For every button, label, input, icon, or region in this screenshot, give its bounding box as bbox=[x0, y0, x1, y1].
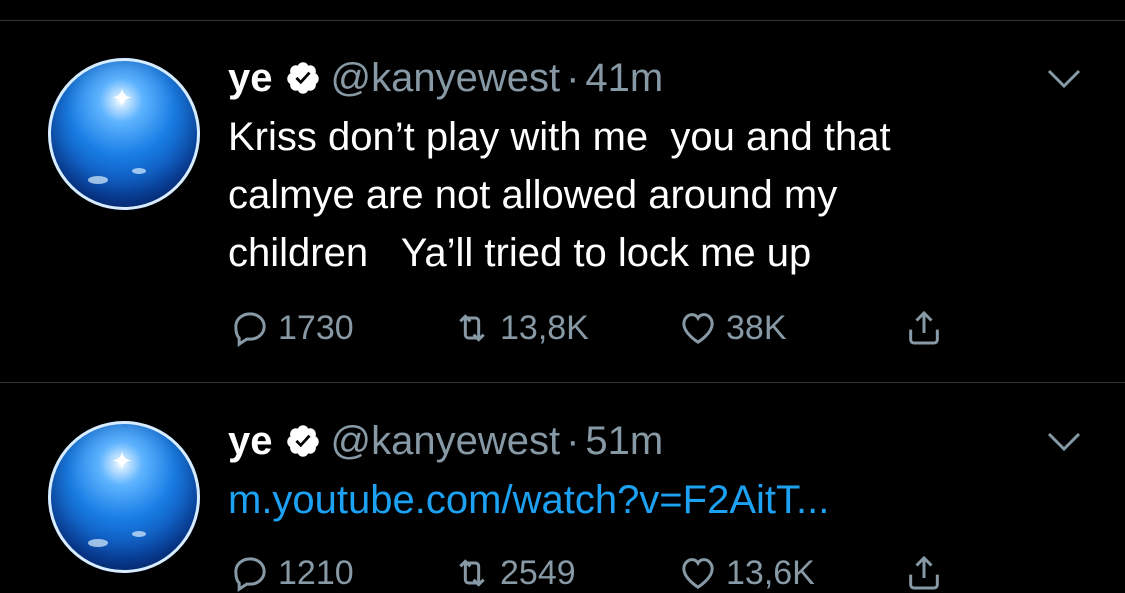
separator: · bbox=[566, 419, 580, 463]
verified-icon bbox=[286, 62, 319, 94]
timestamp[interactable]: 41m bbox=[585, 56, 663, 100]
retweet-icon bbox=[459, 559, 485, 587]
retweet-count: 13,8K bbox=[500, 308, 589, 347]
sparkle-icon: ✦ bbox=[111, 446, 133, 476]
tweet-header: ye @kanyewest · 41m bbox=[228, 56, 663, 100]
retweet-button[interactable]: 2549 bbox=[452, 553, 576, 593]
reply-icon bbox=[234, 312, 266, 347]
like-count: 38K bbox=[726, 308, 787, 347]
cloud-shape bbox=[88, 539, 108, 547]
reply-count: 1210 bbox=[278, 553, 354, 592]
chevron-down-icon[interactable] bbox=[1046, 431, 1082, 453]
reply-count: 1730 bbox=[278, 308, 354, 347]
share-button[interactable] bbox=[904, 553, 952, 593]
avatar[interactable]: ✦ bbox=[48, 58, 200, 210]
tweet-text: Kriss don’t play with me you and that ca… bbox=[228, 115, 891, 275]
display-name[interactable]: ye bbox=[228, 56, 273, 100]
verified-icon bbox=[286, 425, 319, 457]
cloud-shape bbox=[132, 531, 146, 537]
share-icon bbox=[909, 310, 939, 345]
reply-button[interactable]: 1210 bbox=[230, 553, 354, 593]
tweet-2[interactable]: ✦ ye @kanyewest · 51m m.youtube.com/watc… bbox=[0, 383, 1125, 592]
chevron-down-icon[interactable] bbox=[1046, 68, 1082, 90]
display-name[interactable]: ye bbox=[228, 419, 273, 463]
share-icon bbox=[909, 555, 939, 590]
like-icon bbox=[682, 558, 714, 589]
like-button[interactable]: 38K bbox=[678, 308, 787, 348]
timestamp[interactable]: 51m bbox=[585, 419, 663, 463]
cloud-shape bbox=[88, 176, 108, 184]
like-icon bbox=[682, 313, 714, 344]
retweet-count: 2549 bbox=[500, 553, 576, 592]
tweet-header: ye @kanyewest · 51m bbox=[228, 419, 663, 463]
handle[interactable]: @kanyewest bbox=[331, 419, 561, 463]
retweet-button[interactable]: 13,8K bbox=[452, 308, 589, 348]
handle[interactable]: @kanyewest bbox=[331, 56, 561, 100]
tweet-1[interactable]: ✦ ye @kanyewest · 41m Kriss don’t play w… bbox=[0, 0, 1125, 380]
sparkle-icon: ✦ bbox=[111, 83, 133, 113]
separator: · bbox=[566, 56, 580, 100]
like-count: 13,6K bbox=[726, 553, 815, 592]
retweet-icon bbox=[459, 314, 485, 342]
reply-button[interactable]: 1730 bbox=[230, 308, 354, 348]
avatar[interactable]: ✦ bbox=[48, 421, 200, 573]
tweet-link[interactable]: m.youtube.com/watch?v=F2AitT... bbox=[228, 471, 829, 529]
cloud-shape bbox=[132, 168, 146, 174]
share-button[interactable] bbox=[904, 308, 952, 348]
like-button[interactable]: 13,6K bbox=[678, 553, 815, 593]
reply-icon bbox=[234, 557, 266, 592]
